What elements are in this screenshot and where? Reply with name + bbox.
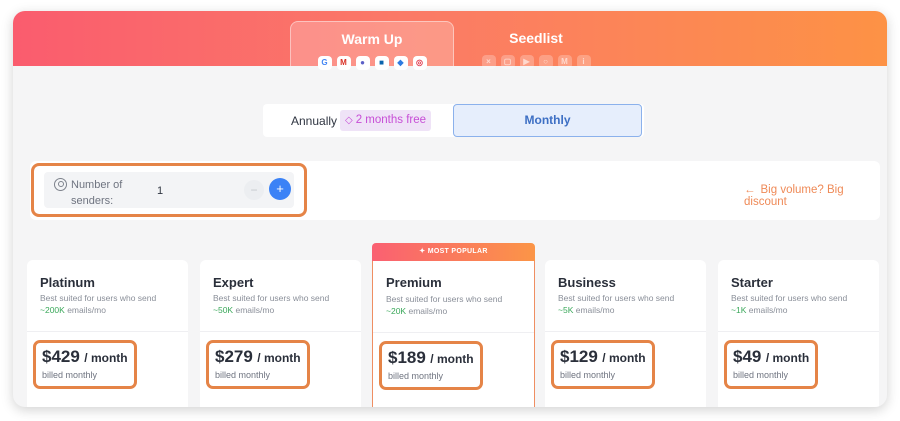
plan-name: Business	[558, 275, 616, 290]
plan-billing-note: billed monthly	[42, 370, 98, 380]
plan-divider	[200, 331, 361, 332]
sparkle-icon: ✦	[419, 248, 428, 255]
plan-price: $189	[388, 348, 426, 367]
plan-description: Best suited for users who send	[386, 294, 503, 304]
plan-price: $429	[42, 347, 80, 366]
plan-divider	[718, 331, 879, 332]
plan-price: $279	[215, 347, 253, 366]
plan-description: Best suited for users who send	[213, 293, 330, 303]
exchange-icon: ■	[374, 56, 389, 70]
tab-warm-up[interactable]: Warm Up G M ● ■ ◆ ◎	[290, 21, 454, 70]
circle-icon: ○	[538, 55, 553, 69]
senders-label: Number of senders:	[71, 179, 123, 207]
plan-volume-suffix: emails/mo	[748, 305, 788, 315]
plan-price-period: / month	[84, 351, 128, 365]
plan-price-highlight: $429 / month billed monthly	[33, 340, 137, 389]
user-icon	[54, 178, 67, 191]
arrow-left-icon: ←	[744, 184, 756, 196]
decrease-senders-button[interactable]: −	[244, 180, 264, 200]
plan-volume-value: ~20K	[386, 306, 407, 316]
plan-description: Best suited for users who send	[731, 293, 848, 303]
most-popular-banner: ✦ MOST POPULAR	[372, 243, 535, 261]
smtp-icon: ▢	[500, 55, 515, 69]
plan-divider	[27, 331, 188, 332]
mail-icon: M	[557, 55, 572, 69]
google-icon: G	[317, 56, 332, 70]
plan-volume-value: ~200K	[40, 305, 65, 315]
senders-stepper: Number of senders: 1 − +	[44, 172, 294, 208]
outlook-icon: ●	[355, 56, 370, 70]
plan-price-highlight: $49 / month billed monthly	[724, 340, 819, 389]
plan-volume-value: ~50K	[213, 305, 234, 315]
plan-price-highlight: $189 / month billed monthly	[379, 341, 483, 390]
plan-volume-suffix: emails/mo	[67, 305, 106, 315]
x-icon: ×	[481, 55, 496, 69]
plan-card-premium[interactable]: Premium Best suited for users who send ~…	[372, 261, 535, 407]
plan-card-starter[interactable]: Starter Best suited for users who send ~…	[718, 260, 879, 407]
plan-volume: ~50K emails/mo	[213, 305, 274, 315]
info-icon: i	[576, 55, 591, 69]
plan-price-highlight: $129 / month billed monthly	[551, 340, 655, 389]
plan-billing-note: billed monthly	[388, 371, 444, 381]
tab-warm-up-label: Warm Up	[341, 31, 403, 47]
gmail-icon: M	[336, 56, 351, 70]
plan-price-period: / month	[430, 352, 474, 366]
plan-name: Expert	[213, 275, 254, 290]
senders-quantity[interactable]: 1	[157, 185, 163, 197]
big-volume-discount-link[interactable]: ← Big volume? Big discount	[744, 184, 880, 208]
plan-volume-value: ~1K	[731, 305, 747, 315]
free-months-text: 2 months free	[355, 114, 427, 126]
plan-name: Starter	[731, 275, 773, 290]
product-tabs-header: Warm Up G M ● ■ ◆ ◎ Seedlist × ▢ ▶ ○ M i	[13, 11, 887, 70]
plan-billing-note: billed monthly	[733, 370, 789, 380]
plan-price-highlight: $279 / month billed monthly	[206, 340, 310, 389]
plan-price: $129	[560, 347, 598, 366]
tab-seedlist[interactable]: Seedlist × ▢ ▶ ○ M i	[454, 21, 618, 69]
tab-seedlist-icons: × ▢ ▶ ○ M i	[454, 55, 618, 69]
tab-warm-up-icons: G M ● ■ ◆ ◎	[291, 56, 453, 70]
free-months-badge: ◇ 2 months free	[340, 110, 432, 131]
plan-volume-value: ~5K	[558, 305, 574, 315]
plan-name: Platinum	[40, 275, 95, 290]
senders-highlight: Number of senders: 1 − +	[31, 163, 307, 217]
plan-price-period: / month	[602, 351, 646, 365]
plan-price: $49	[733, 347, 762, 366]
plan-card-business[interactable]: Business Best suited for users who send …	[545, 260, 706, 407]
annually-option[interactable]: Annually	[291, 114, 337, 128]
plan-volume-suffix: emails/mo	[575, 305, 615, 315]
pricing-window: Warm Up G M ● ■ ◆ ◎ Seedlist × ▢ ▶ ○ M i…	[13, 11, 887, 407]
plan-billing-note: billed monthly	[215, 370, 271, 380]
plan-volume-suffix: emails/mo	[235, 305, 275, 315]
plan-description: Best suited for users who send	[40, 293, 157, 303]
plan-volume: ~1K emails/mo	[731, 305, 787, 315]
plan-name: Premium	[386, 275, 442, 290]
plan-card-expert[interactable]: Expert Best suited for users who send ~5…	[200, 260, 361, 407]
play-icon: ▶	[519, 55, 534, 69]
monthly-option[interactable]: Monthly	[453, 104, 642, 137]
office365-icon: ◆	[393, 56, 408, 70]
plan-billing-note: billed monthly	[560, 370, 616, 380]
plan-price-period: / month	[765, 351, 810, 365]
plan-volume: ~200K emails/mo	[40, 305, 106, 315]
plan-card-platinum[interactable]: Platinum Best suited for users who send …	[27, 260, 188, 407]
increase-senders-button[interactable]: +	[269, 178, 291, 200]
senders-bar: Number of senders: 1 − + ← Big volume? Bi…	[30, 161, 880, 220]
tab-seedlist-label: Seedlist	[509, 30, 563, 46]
plan-description: Best suited for users who send	[558, 293, 675, 303]
most-popular-text: MOST POPULAR	[427, 248, 488, 255]
billing-period-toggle: Annually ◇ 2 months free Monthly	[263, 104, 644, 137]
big-volume-discount-text: Big volume? Big discount	[744, 184, 844, 208]
tag-icon: ◇	[345, 115, 353, 126]
plan-price-period: / month	[257, 351, 301, 365]
plan-volume: ~20K emails/mo	[386, 306, 447, 316]
target-icon: ◎	[412, 56, 427, 70]
plan-divider	[373, 332, 534, 333]
plan-volume: ~5K emails/mo	[558, 305, 614, 315]
plan-volume-suffix: emails/mo	[408, 306, 448, 316]
plan-divider	[545, 331, 706, 332]
